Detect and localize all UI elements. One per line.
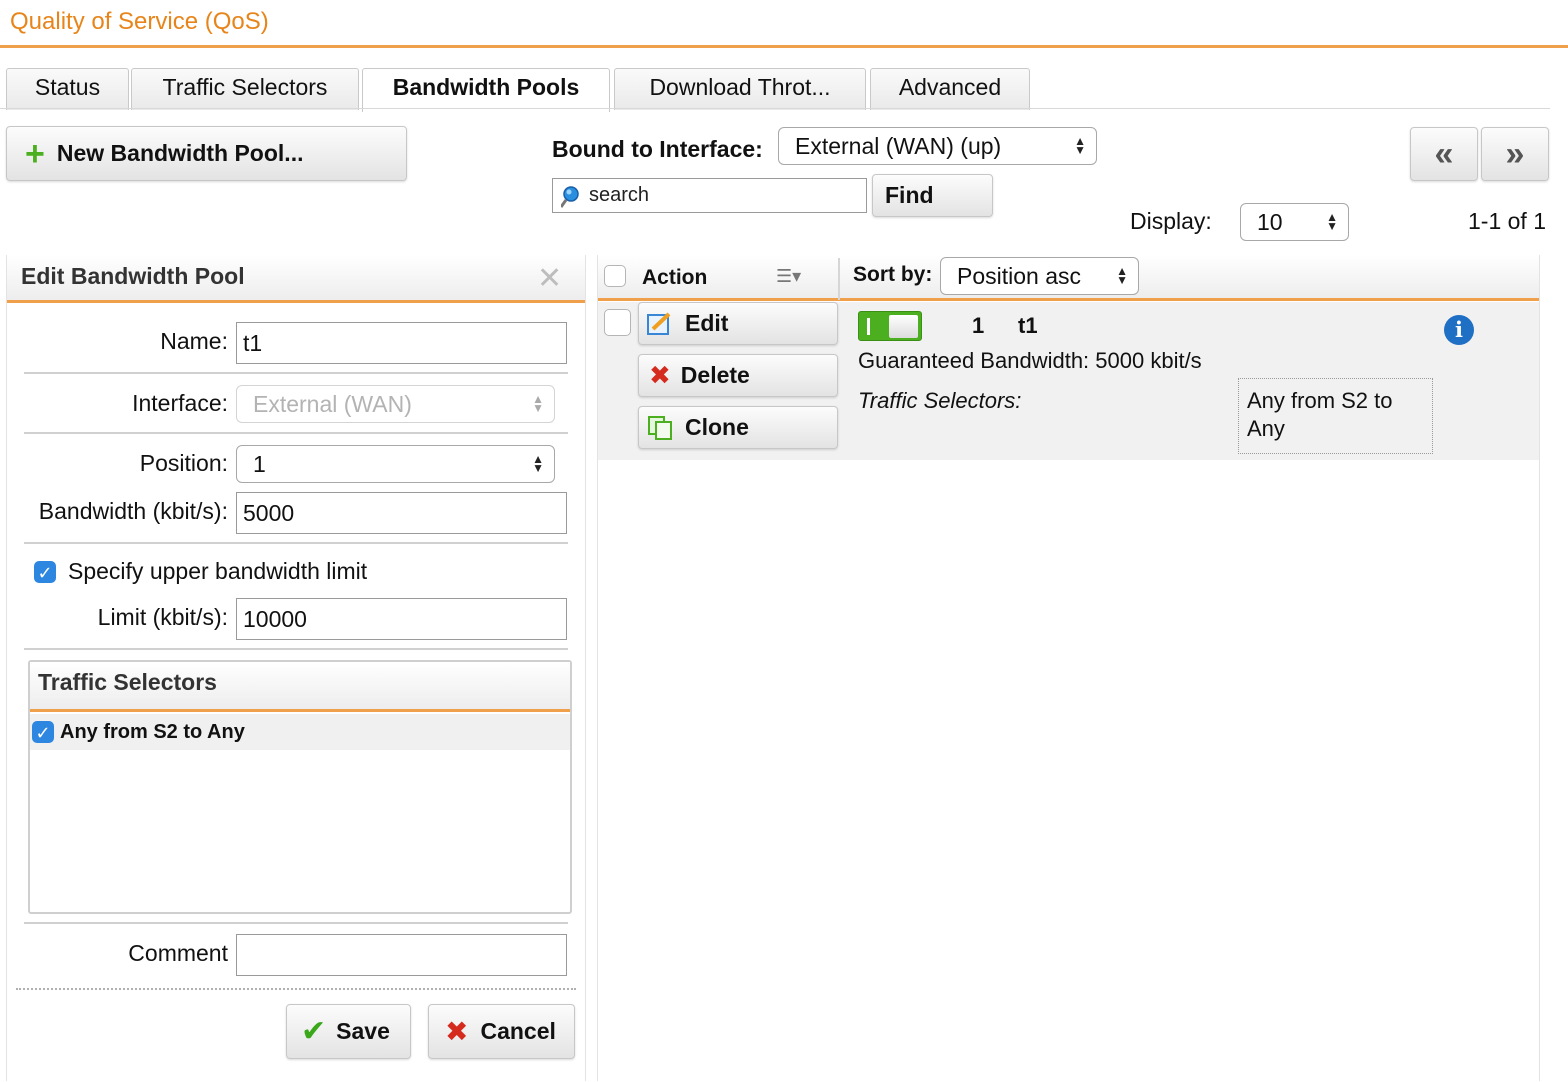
previous-page-button[interactable]: «	[1410, 127, 1478, 181]
traffic-selector-item[interactable]: ✓ Any from S2 to Any	[30, 714, 570, 750]
pool-name: t1	[1018, 313, 1038, 338]
divider	[24, 432, 568, 434]
position-select[interactable]: 1 ▲ ▼	[236, 445, 555, 483]
pool-position: 1	[972, 313, 985, 338]
limit-label: Limit (kbit/s):	[97, 604, 228, 630]
select-arrows-icon: ▲ ▼	[1074, 134, 1086, 157]
bandwidth-value: 5000	[243, 499, 295, 526]
toggle-knob	[889, 315, 918, 338]
checkmark-icon: ✔	[301, 1015, 327, 1048]
position-label: Position:	[139, 450, 228, 476]
double-chevron-left-icon: «	[1434, 134, 1454, 173]
select-arrows-icon: ▲ ▼	[532, 452, 544, 475]
interface-label: Interface:	[132, 390, 228, 416]
traffic-selector-label: Any from S2 to Any	[60, 721, 245, 743]
search-placeholder: search	[589, 184, 650, 206]
guaranteed-bandwidth: Guaranteed Bandwidth: 5000 kbit/s	[858, 348, 1202, 373]
save-label: Save	[336, 1018, 390, 1044]
divider	[24, 542, 568, 544]
cancel-button[interactable]: ✖ Cancel	[428, 1004, 575, 1059]
interface-select[interactable]: External (WAN) ▲ ▼	[236, 385, 555, 423]
plus-icon: +	[25, 134, 45, 173]
clone-icon	[647, 415, 675, 441]
select-all-checkbox[interactable]	[604, 265, 626, 287]
divider	[24, 922, 568, 924]
cross-icon: ✖	[445, 1016, 469, 1047]
header-separator	[838, 258, 840, 300]
find-button[interactable]: Find	[872, 174, 993, 217]
interface-value: External (WAN)	[253, 390, 412, 417]
info-icon[interactable]: i	[1444, 315, 1474, 345]
tab-download-throttling[interactable]: Download Throt...	[614, 68, 866, 110]
limit-input[interactable]: 10000	[236, 598, 567, 640]
divider	[24, 372, 568, 374]
tab-bandwidth-pools[interactable]: Bandwidth Pools	[362, 68, 610, 112]
page-title: Quality of Service (QoS)	[10, 8, 269, 35]
traffic-selectors-header: Traffic Selectors	[30, 662, 570, 712]
name-value: t1	[243, 329, 263, 356]
upper-limit-checkbox[interactable]: ✓	[34, 561, 56, 583]
traffic-selectors-value-text: Any from S2 to Any	[1247, 388, 1393, 441]
next-page-button[interactable]: »	[1481, 127, 1549, 181]
bound-interface-select[interactable]: External (WAN) (up) ▲ ▼	[778, 127, 1097, 165]
edit-icon	[647, 312, 673, 336]
action-header: Action	[642, 266, 708, 289]
select-arrows-icon: ▲ ▼	[1326, 210, 1338, 233]
search-input[interactable]: search	[552, 178, 867, 213]
save-button[interactable]: ✔ Save	[286, 1004, 411, 1059]
bound-interface-label: Bound to Interface:	[552, 136, 763, 162]
edit-label: Edit	[685, 310, 729, 336]
name-label: Name:	[160, 328, 228, 354]
row-checkbox[interactable]	[604, 309, 631, 336]
sort-by-select[interactable]: Position asc ▲ ▼	[940, 257, 1139, 295]
traffic-selector-checkbox[interactable]: ✓	[32, 721, 54, 743]
traffic-selectors-box: Traffic Selectors ✓ Any from S2 to Any	[28, 660, 572, 914]
delete-label: Delete	[680, 362, 750, 388]
sort-by-value: Position asc	[957, 262, 1082, 289]
enabled-toggle[interactable]	[858, 311, 922, 341]
bandwidth-label: Bandwidth (kbit/s):	[38, 498, 228, 524]
display-count-value: 10	[1257, 208, 1283, 235]
delete-cross-icon: ✖	[649, 360, 671, 390]
find-label: Find	[885, 182, 934, 208]
name-input[interactable]: t1	[236, 322, 567, 364]
display-count-select[interactable]: 10 ▲ ▼	[1240, 203, 1349, 241]
new-bandwidth-pool-button[interactable]: + New Bandwidth Pool...	[6, 126, 407, 181]
upper-limit-label: Specify upper bandwidth limit	[68, 558, 368, 584]
comment-label: Comment	[128, 940, 228, 966]
select-arrows-icon: ▲ ▼	[532, 392, 544, 415]
dotted-divider	[16, 988, 576, 990]
column-menu-icon[interactable]: ☰▾	[776, 266, 801, 287]
double-chevron-right-icon: »	[1505, 134, 1525, 173]
select-arrows-icon: ▲ ▼	[1116, 264, 1128, 287]
divider	[24, 648, 568, 650]
clone-label: Clone	[685, 414, 749, 440]
cancel-label: Cancel	[480, 1018, 556, 1044]
bandwidth-input[interactable]: 5000	[236, 492, 567, 534]
bound-interface-value: External (WAN) (up)	[795, 132, 1002, 159]
position-value: 1	[253, 450, 266, 477]
tab-divider	[0, 108, 1550, 109]
traffic-selectors-value: Any from S2 to Any	[1238, 378, 1433, 454]
clone-button[interactable]: Clone	[638, 406, 838, 449]
display-label: Display:	[1130, 208, 1212, 234]
limit-value: 10000	[243, 605, 307, 632]
tab-traffic-selectors[interactable]: Traffic Selectors	[131, 68, 359, 110]
title-divider	[0, 45, 1568, 48]
traffic-selectors-title: Traffic Selectors	[38, 669, 217, 695]
sort-by-label: Sort by:	[853, 263, 933, 286]
tab-status[interactable]: Status	[6, 68, 129, 110]
new-bandwidth-pool-label: New Bandwidth Pool...	[56, 140, 304, 166]
edit-panel-title: Edit Bandwidth Pool	[21, 263, 245, 289]
search-icon	[559, 185, 583, 208]
tab-advanced[interactable]: Advanced	[870, 68, 1030, 110]
toggle-on-mark	[867, 318, 870, 335]
edit-panel-header: Edit Bandwidth Pool ✕	[7, 255, 585, 303]
delete-button[interactable]: ✖ Delete	[638, 354, 838, 397]
result-range: 1-1 of 1	[1468, 208, 1546, 234]
comment-input[interactable]	[236, 934, 567, 976]
edit-button[interactable]: Edit	[638, 302, 838, 345]
traffic-selectors-label: Traffic Selectors:	[858, 388, 1022, 413]
close-icon[interactable]: ✕	[537, 261, 562, 296]
